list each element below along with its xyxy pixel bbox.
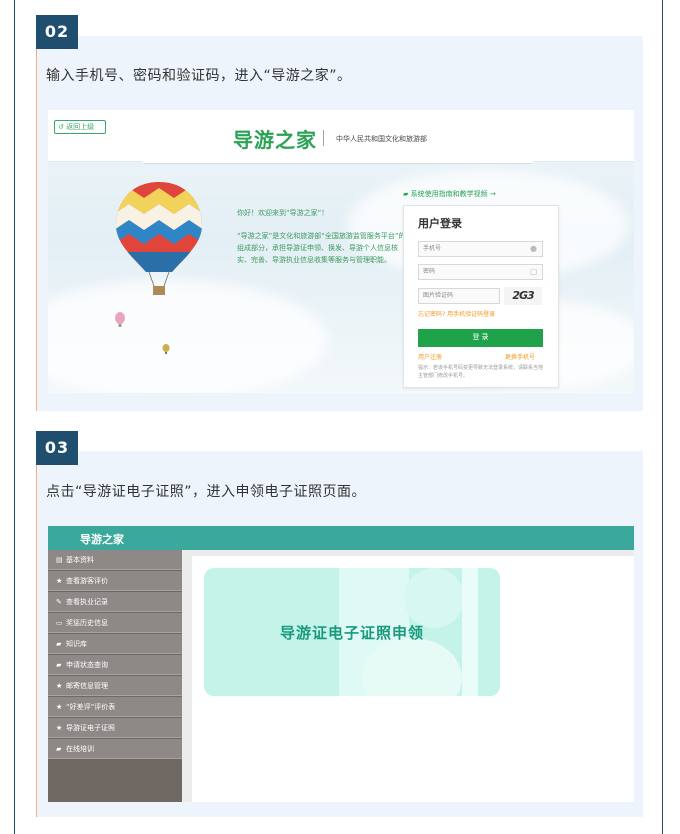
card-decoration bbox=[404, 568, 464, 628]
app-name: 导游之家 bbox=[80, 533, 124, 546]
dashboard-screenshot: 导游之家 ▤ 基本资料 ★ 查看游客评价 ✎ 查看执业记录 ▭ 奖惩历史信息 ▰ 知识库 … bbox=[48, 526, 634, 802]
main-content: 导游证电子证照申领 bbox=[192, 556, 634, 802]
brand-title: 导游之家 bbox=[233, 128, 317, 152]
small-balloon-icon bbox=[115, 312, 125, 327]
section-accent-edge bbox=[36, 451, 37, 817]
login-title: 用户登录 bbox=[418, 217, 462, 230]
left-frame-line bbox=[14, 0, 15, 834]
section-accent-edge bbox=[36, 36, 37, 411]
captcha-placeholder: 图片验证码 bbox=[423, 292, 454, 299]
phone-input[interactable]: 手机号 ● bbox=[418, 241, 543, 257]
sidebar-item-mailing-info[interactable]: ★ 邮寄信息管理 bbox=[48, 676, 182, 696]
top-bar-notch bbox=[128, 148, 548, 164]
right-frame-line bbox=[662, 0, 663, 834]
sidebar-item-label: 申请状态查询 bbox=[66, 661, 108, 669]
password-placeholder: 密码 bbox=[423, 268, 436, 275]
app-header: 导游之家 bbox=[48, 526, 634, 550]
sidebar-item-label: 查看执业记录 bbox=[66, 598, 108, 606]
sidebar-item-knowledge-base[interactable]: ▰ 知识库 bbox=[48, 634, 182, 654]
captcha-input[interactable]: 图片验证码 bbox=[418, 288, 500, 304]
step-03-text: 点击“导游证电子证照”，进入申领电子证照页面。 bbox=[46, 484, 367, 500]
book-icon: ▰ bbox=[56, 745, 62, 753]
sidebar-item-visitor-reviews[interactable]: ★ 查看游客评价 bbox=[48, 571, 182, 591]
intro-text: “导游之家”是文化和旅游部“全国旅游监管服务平台”的组成部分，承担导游证申领、换… bbox=[237, 232, 406, 264]
sidebar-item-label: 邮寄信息管理 bbox=[66, 682, 108, 690]
star-icon: ★ bbox=[56, 724, 63, 732]
password-input[interactable]: 密码 ▢ bbox=[418, 264, 543, 280]
tiny-balloon-icon bbox=[162, 344, 170, 354]
sidebar-item-application-status[interactable]: ▰ 申请状态查询 bbox=[48, 655, 182, 675]
user-guide-label: 系统使用指南和教学视频 → bbox=[410, 190, 496, 198]
back-arrow-icon: ↺ bbox=[58, 123, 67, 131]
sidebar-item-label: 导游证电子证照 bbox=[66, 724, 115, 732]
sidebar-item-e-license[interactable]: ★ 导游证电子证照 bbox=[48, 718, 182, 738]
login-panel: 用户登录 手机号 ● 密码 ▢ 图片验证码 2G3 忘记密码? 用手机验证码登录… bbox=[403, 205, 559, 388]
sidebar-item-practice-records[interactable]: ✎ 查看执业记录 bbox=[48, 592, 182, 612]
book-icon: ▰ bbox=[56, 640, 62, 648]
sidebar-item-label: “好差评”评价表 bbox=[66, 703, 116, 711]
lock-icon: ▢ bbox=[530, 267, 538, 276]
book-icon: ▰ bbox=[56, 661, 62, 669]
login-hint: 提示：若该手机号码变更导致无法登录系统，请联系当地主管部门修改手机号。 bbox=[418, 365, 544, 379]
sidebar-item-reward-history[interactable]: ▭ 奖惩历史信息 bbox=[48, 613, 182, 633]
edit-icon: ✎ bbox=[56, 598, 62, 606]
brand-subtitle: 中华人民共和国文化和旅游部 bbox=[336, 135, 427, 143]
welcome-text: 你好！欢迎来到“导游之家”！ bbox=[237, 209, 329, 217]
sidebar-item-label: 查看游客评价 bbox=[66, 577, 108, 585]
captcha-image[interactable]: 2G3 bbox=[504, 287, 542, 305]
forgot-password-link[interactable]: 忘记密码? 用手机验证码登录 bbox=[418, 309, 495, 318]
sidebar-item-online-training[interactable]: ▰ 在线培训 bbox=[48, 739, 182, 759]
step-number-badge: 03 bbox=[36, 431, 78, 465]
card-icon: ▭ bbox=[56, 619, 63, 627]
login-page-screenshot: ↺ 返回上级 导游之家 中华人民共和国文化和旅游部 你好！欢迎来到“导游之家”！… bbox=[48, 110, 634, 393]
book-icon: ▰ bbox=[403, 190, 411, 198]
back-button-label: 返回上级 bbox=[66, 123, 95, 131]
sidebar-item-label: 知识库 bbox=[66, 640, 87, 648]
sidebar-item-label: 奖惩历史信息 bbox=[66, 619, 108, 627]
e-license-apply-card[interactable]: 导游证电子证照申领 bbox=[204, 568, 500, 696]
back-button[interactable]: ↺ 返回上级 bbox=[54, 120, 106, 134]
step-02-text: 输入手机号、密码和验证码，进入“导游之家”。 bbox=[46, 68, 352, 84]
hot-air-balloon-icon bbox=[116, 182, 202, 295]
sidebar-item-label: 基本资料 bbox=[66, 556, 94, 564]
sidebar-item-rating-form[interactable]: ★ “好差评”评价表 bbox=[48, 697, 182, 717]
star-icon: ★ bbox=[56, 577, 63, 585]
star-icon: ★ bbox=[56, 703, 63, 711]
doc-icon: ▤ bbox=[56, 556, 63, 564]
phone-placeholder: 手机号 bbox=[423, 245, 442, 252]
star-icon: ★ bbox=[56, 682, 63, 690]
register-link[interactable]: 用户注册 bbox=[418, 352, 442, 361]
brand-divider bbox=[323, 130, 324, 146]
apply-card-label: 导游证电子证照申领 bbox=[279, 624, 424, 642]
step-number-badge: 02 bbox=[36, 15, 78, 49]
sidebar-item-label: 在线培训 bbox=[66, 745, 94, 753]
sidebar: ▤ 基本资料 ★ 查看游客评价 ✎ 查看执业记录 ▭ 奖惩历史信息 ▰ 知识库 ▰ 申请状态… bbox=[48, 550, 182, 802]
user-icon: ● bbox=[530, 244, 537, 253]
login-button[interactable]: 登 录 bbox=[418, 329, 543, 347]
sidebar-item-basic-info[interactable]: ▤ 基本资料 bbox=[48, 550, 182, 570]
user-guide-link[interactable]: ▰ 系统使用指南和教学视频 → bbox=[403, 189, 496, 199]
change-phone-link[interactable]: 更换手机号 bbox=[505, 352, 535, 361]
